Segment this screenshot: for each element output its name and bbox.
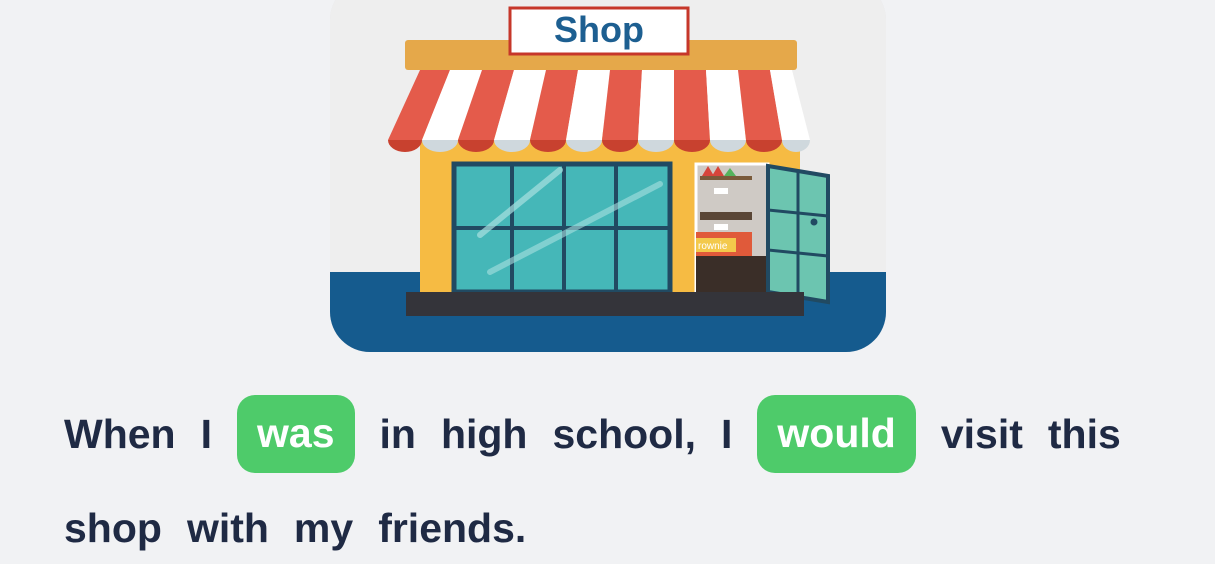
shop-sign-text: Shop: [554, 9, 644, 50]
shop-sign: Shop: [508, 6, 690, 56]
awning: [388, 70, 810, 152]
sentence-line-2: shop with my friends.: [64, 500, 1154, 550]
sentence-word: shop: [64, 504, 162, 551]
shop-doorway: rownie: [694, 162, 770, 296]
sentence-word: school,: [552, 410, 696, 457]
sentence-word: with: [186, 504, 269, 551]
shop-illustration: Shop rownie: [330, 0, 886, 352]
answer-chip-was[interactable]: was: [237, 395, 355, 474]
shop-window: [451, 161, 673, 295]
open-door: [766, 163, 830, 305]
sentence-word: high: [440, 410, 528, 457]
shop-image: Shop rownie: [330, 0, 886, 352]
sentence-word: I: [200, 410, 212, 457]
sentence-word: I: [721, 410, 733, 457]
answer-chip-would[interactable]: would: [757, 395, 916, 474]
sentence-word: this: [1047, 410, 1121, 457]
brownie-label: rownie: [698, 241, 728, 252]
shop-base: [406, 292, 804, 316]
sentence-word: visit: [940, 410, 1023, 457]
sentence-word: friends.: [378, 504, 527, 551]
sentence-line-1: When Iwas in high school, Iwould visit this: [64, 384, 1154, 479]
sentence-word: in: [379, 410, 416, 457]
sentence-word: my: [293, 504, 354, 551]
exercise-stage: Shop rownie When I was in high school, I…: [0, 0, 1215, 564]
sentence-word: When: [64, 410, 176, 457]
